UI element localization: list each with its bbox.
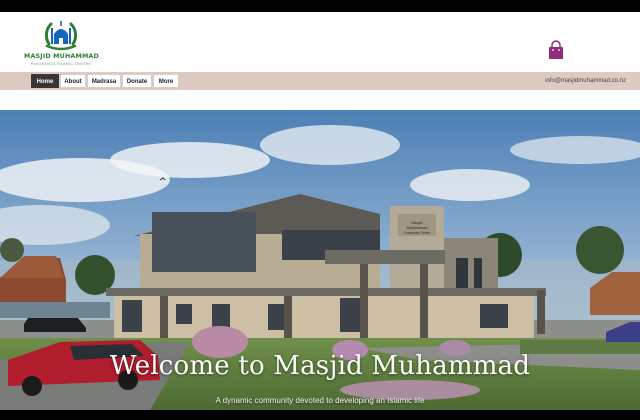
nav-madrasa[interactable]: Madrasa (87, 74, 121, 88)
svg-text:Muhammad: Muhammad (406, 225, 427, 230)
header-spacer (0, 90, 640, 110)
contact-email-link[interactable]: info@masjidmuhammad.co.nz (545, 72, 626, 90)
svg-text:Community Centre: Community Centre (404, 231, 431, 235)
shopping-bag-icon[interactable] (548, 40, 564, 60)
nav-about[interactable]: About (60, 74, 86, 88)
bottom-black-bar (0, 410, 640, 420)
hero-subtitle: A dynamic community devoted to developin… (215, 396, 425, 405)
site-logo[interactable]: MASJID MUHAMMAD PAKURANGA ISLAMIC CENTRE (24, 16, 99, 70)
site-header: MASJID MUHAMMAD PAKURANGA ISLAMIC CENTRE (0, 12, 640, 72)
mosque-logo-icon (44, 21, 78, 51)
hero-banner: Masjid Muhammad Community Centre Welcome… (0, 110, 640, 410)
top-black-bar (0, 0, 640, 12)
logo-title: MASJID MUHAMMAD (24, 53, 99, 60)
nav-donate[interactable]: Donate (122, 74, 152, 88)
nav-more[interactable]: More (153, 74, 179, 88)
hero-title: Welcome to Masjid Muhammad (109, 351, 531, 381)
nav-home[interactable]: Home (31, 74, 59, 88)
logo-subtitle: PAKURANGA ISLAMIC CENTRE (30, 62, 92, 66)
main-nav: Home About Madrasa Donate More info@masj… (0, 72, 640, 90)
